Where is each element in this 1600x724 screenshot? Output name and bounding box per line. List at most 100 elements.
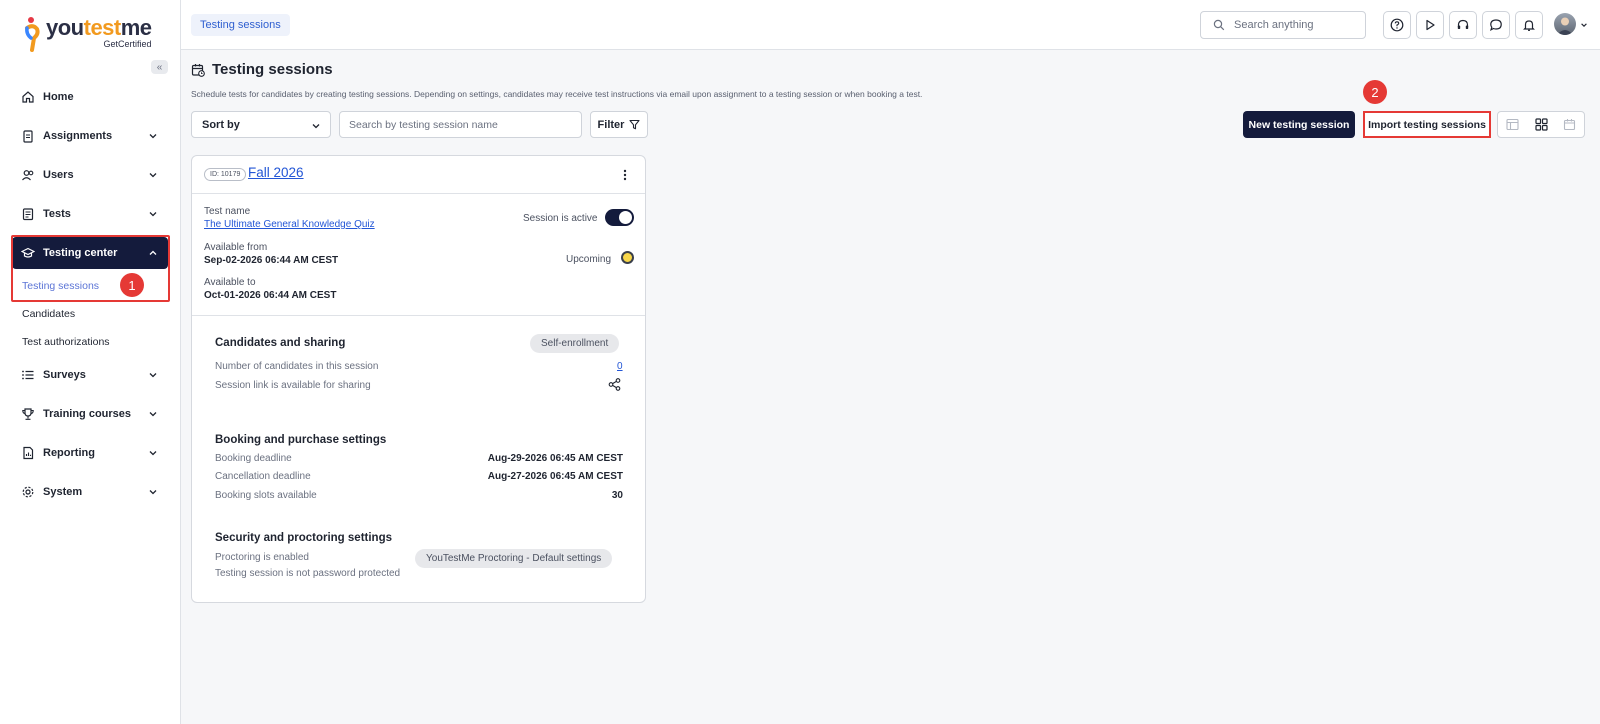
filter-label: Filter — [597, 118, 625, 131]
trophy-icon — [22, 408, 34, 420]
booking-slots-label: Booking slots available — [215, 490, 317, 501]
session-status: Upcoming — [566, 254, 612, 265]
divider — [192, 315, 645, 316]
sidebar-item-label: Users — [43, 169, 74, 181]
status-indicator — [621, 251, 634, 264]
sidebar-item-label: System — [43, 486, 83, 498]
security-section-title: Security and proctoring settings — [215, 532, 392, 544]
chevron-down-icon — [149, 173, 157, 178]
step-1-badge: 1 — [120, 273, 144, 297]
proctoring-label: Proctoring is enabled — [215, 552, 309, 563]
available-to-value: Oct-01-2026 06:44 AM CEST — [204, 290, 337, 301]
session-id-chip: ID: 10179 — [204, 168, 247, 181]
chat-button[interactable] — [1482, 11, 1510, 39]
test-name-label: Test name — [204, 206, 251, 217]
calendar-clock-icon — [191, 63, 205, 77]
sidebar-item-home[interactable]: Home — [12, 81, 168, 113]
cancellation-deadline-label: Cancellation deadline — [215, 471, 311, 482]
highlight-box-step-1 — [11, 235, 170, 302]
self-enrollment-chip: Self-enrollment — [530, 334, 620, 353]
filter-icon — [629, 119, 641, 130]
clipboard-icon — [23, 130, 33, 143]
sidebar-item-tests[interactable]: Tests — [12, 198, 168, 230]
sort-by-dropdown[interactable]: Sort by — [191, 111, 331, 138]
avatar[interactable] — [1554, 13, 1576, 35]
chevron-down-icon — [149, 451, 157, 456]
session-search-input[interactable]: Search by testing session name — [339, 111, 582, 138]
table-icon — [1506, 118, 1519, 131]
page-description: Schedule tests for candidates by creatin… — [191, 89, 923, 99]
proctoring-settings-chip: YouTestMe Proctoring - Default settings — [415, 549, 613, 568]
logo-wordmark: youtestme — [46, 15, 152, 40]
global-search-placeholder: Search anything — [1234, 19, 1314, 31]
view-switcher — [1497, 111, 1585, 138]
play-tutorial-button[interactable] — [1416, 11, 1444, 39]
support-button[interactable] — [1449, 11, 1477, 39]
chevron-down-icon — [149, 373, 157, 378]
sidebar-item-users[interactable]: Users — [12, 159, 168, 191]
filter-button[interactable]: Filter — [590, 111, 648, 138]
global-search-input[interactable]: Search anything — [1200, 11, 1366, 39]
booking-deadline-label: Booking deadline — [215, 453, 292, 464]
home-icon — [22, 91, 34, 103]
help-button[interactable] — [1383, 11, 1411, 39]
logo[interactable]: youtestme GetCertified — [24, 16, 152, 52]
calendar-icon — [1564, 119, 1576, 131]
testing-session-card: ID: 10179 Fall 2026 Test name The Ultima… — [191, 155, 646, 603]
sidebar-item-assignments[interactable]: Assignments — [12, 120, 168, 152]
users-icon — [22, 170, 34, 181]
logo-icon — [25, 17, 40, 52]
booking-deadline-value: Aug-29-2026 06:45 AM CEST — [487, 453, 623, 464]
session-search-placeholder: Search by testing session name — [349, 118, 498, 131]
grid-view-button[interactable] — [1527, 112, 1556, 137]
chevron-down-icon — [149, 134, 157, 139]
import-testing-sessions-button[interactable]: Import testing sessions — [1363, 111, 1491, 138]
test-name-link[interactable]: The Ultimate General Knowledge Quiz — [204, 219, 375, 230]
sidebar-item-label: Surveys — [43, 369, 86, 381]
available-from-value: Sep-02-2026 06:44 AM CEST — [204, 255, 339, 266]
page-title: Testing sessions — [191, 61, 333, 78]
user-photo-icon — [1557, 17, 1573, 35]
play-icon — [1426, 19, 1435, 31]
grid-icon — [1534, 118, 1548, 131]
share-icon[interactable] — [608, 378, 621, 391]
sidebar-subitem-candidates[interactable]: Candidates — [22, 308, 75, 320]
sidebar: youtestme GetCertified « Home Assignment… — [0, 0, 181, 724]
session-link-label: Session link is available for sharing — [215, 380, 371, 391]
sort-by-label: Sort by — [202, 118, 240, 131]
question-circle-icon — [1390, 18, 1404, 32]
page-title-text: Testing sessions — [212, 61, 333, 78]
card-header: ID: 10179 Fall 2026 — [192, 156, 645, 194]
candidates-count-link[interactable]: 0 — [617, 361, 623, 372]
calendar-view-button[interactable] — [1555, 112, 1584, 137]
step-2-badge: 2 — [1363, 80, 1387, 104]
collapse-sidebar-button[interactable]: « — [151, 60, 168, 74]
chevron-down-icon[interactable] — [1580, 21, 1588, 29]
booking-section-title: Booking and purchase settings — [215, 434, 387, 446]
sidebar-item-training-courses[interactable]: Training courses — [12, 398, 168, 430]
sidebar-item-label: Reporting — [43, 447, 95, 459]
table-view-button[interactable] — [1498, 112, 1527, 137]
new-testing-session-button[interactable]: New testing session — [1243, 111, 1355, 138]
candidates-section-title: Candidates and sharing — [215, 337, 346, 349]
sidebar-item-label: Training courses — [43, 408, 132, 420]
session-title-link[interactable]: Fall 2026 — [248, 165, 304, 180]
sidebar-item-surveys[interactable]: Surveys — [12, 359, 168, 391]
search-icon — [1213, 19, 1225, 31]
more-options-icon[interactable] — [623, 169, 627, 181]
candidates-count-label: Number of candidates in this session — [215, 361, 379, 372]
logo-subtitle: GetCertified — [103, 39, 152, 49]
gear-icon — [22, 486, 34, 498]
sidebar-item-reporting[interactable]: Reporting — [12, 437, 168, 469]
session-active-label: Session is active — [523, 213, 598, 224]
sidebar-item-system[interactable]: System — [12, 476, 168, 508]
breadcrumb[interactable]: Testing sessions — [191, 14, 290, 36]
sidebar-item-label: Assignments — [43, 130, 113, 142]
notifications-button[interactable] — [1515, 11, 1543, 39]
booking-slots-value: 30 — [611, 490, 623, 501]
session-active-toggle[interactable] — [605, 209, 634, 226]
bell-icon — [1523, 20, 1535, 31]
sidebar-subitem-test-authorizations[interactable]: Test authorizations — [22, 336, 110, 348]
chevron-down-icon — [149, 412, 157, 417]
double-chevron-left-icon: « — [156, 61, 163, 73]
